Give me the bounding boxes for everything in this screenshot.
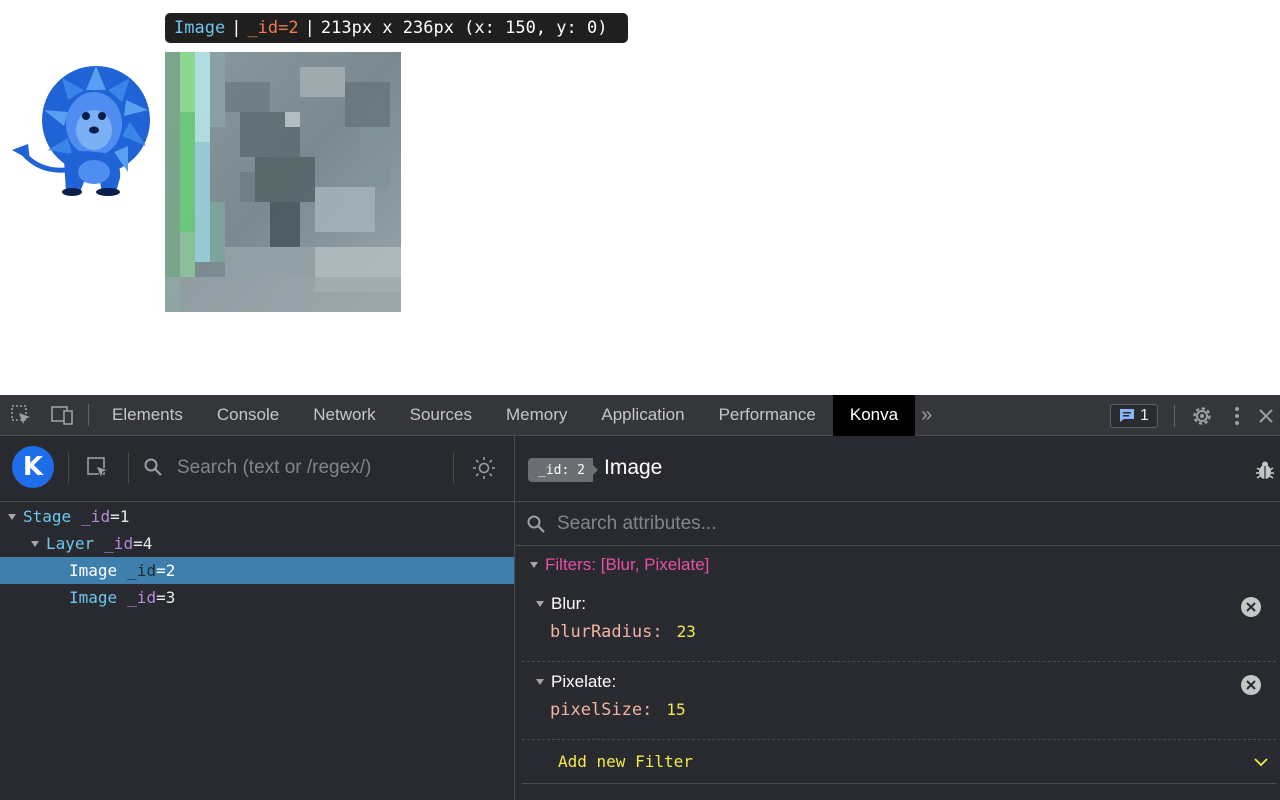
- tree-node-image-2[interactable]: Image _id=2: [0, 557, 514, 584]
- tab-elements[interactable]: Elements: [95, 395, 200, 436]
- node-id-value: =3: [156, 588, 175, 607]
- issues-count: 1: [1140, 407, 1149, 425]
- remove-filter-icon[interactable]: [1240, 596, 1262, 623]
- settings-gear-icon[interactable]: [1181, 395, 1222, 436]
- filter-pixelate-toggle[interactable]: Pixelate:: [536, 672, 616, 692]
- tab-performance[interactable]: Performance: [702, 395, 833, 436]
- node-id-value: =1: [110, 507, 129, 526]
- tooltip-dimensions: 213px x 236px (x: 150, y: 0): [321, 18, 608, 38]
- tab-memory[interactable]: Memory: [489, 395, 584, 436]
- message-icon: [1119, 408, 1135, 423]
- filter-blur: Blur: blurRadius: 23: [522, 584, 1276, 662]
- tooltip-type: Image: [174, 18, 225, 38]
- device-toolbar-icon[interactable]: [41, 395, 82, 436]
- filter-blur-toggle[interactable]: Blur:: [536, 594, 586, 614]
- node-id-chip: _id: 2: [528, 458, 593, 482]
- tab-sources[interactable]: Sources: [393, 395, 489, 436]
- attribute-search-input[interactable]: [557, 508, 1057, 540]
- property-value[interactable]: 23: [677, 622, 696, 641]
- expand-caret-icon[interactable]: [8, 514, 16, 520]
- node-id-label: _id: [81, 507, 110, 526]
- node-id-value: =2: [156, 561, 175, 580]
- filters-section-toggle[interactable]: Filters: [Blur, Pixelate]: [516, 546, 1280, 584]
- selected-node-header: _id: 2 Image: [516, 436, 1280, 502]
- konva-logo-letter: K: [23, 452, 43, 482]
- node-tooltip: Image | _id=2 | 213px x 236px (x: 150, y…: [165, 13, 628, 43]
- filter-property: blurRadius: 23: [550, 622, 696, 642]
- more-tabs-icon[interactable]: »: [915, 395, 938, 436]
- chevron-down-icon[interactable]: [1254, 754, 1268, 772]
- devtools-panel: Elements Console Network Sources Memory …: [0, 395, 1280, 800]
- tab-console[interactable]: Console: [200, 395, 296, 436]
- search-icon: [143, 457, 163, 482]
- collapse-caret-icon[interactable]: [536, 679, 544, 685]
- tree-toolbar: K: [0, 436, 514, 502]
- filter-property: pixelSize: 15: [550, 700, 686, 720]
- filtered-image[interactable]: [165, 52, 401, 312]
- konva-canvas[interactable]: Image | _id=2 | 213px x 236px (x: 150, y…: [0, 0, 1280, 395]
- node-id-chip-arrow: [586, 458, 598, 482]
- tooltip-separator: |: [225, 18, 247, 38]
- toolbar-divider: [453, 453, 454, 483]
- tab-network[interactable]: Network: [296, 395, 392, 436]
- issues-badge[interactable]: 1: [1110, 404, 1158, 428]
- add-filter-row[interactable]: Add new Filter: [522, 740, 1276, 784]
- filters-label: Filters: [Blur, Pixelate]: [545, 555, 709, 575]
- tree-node-layer[interactable]: Layer _id=4: [0, 530, 514, 557]
- theme-toggle-icon[interactable]: [472, 456, 496, 485]
- devtools-right-controls: 1: [1110, 395, 1280, 436]
- attribute-search-row: [516, 502, 1280, 546]
- selected-node-title: Image: [604, 456, 662, 480]
- select-shape-icon[interactable]: [86, 456, 110, 485]
- kebab-menu-icon[interactable]: [1222, 395, 1252, 436]
- node-id-label: _id: [104, 534, 133, 553]
- bug-icon[interactable]: [1256, 460, 1274, 485]
- inspect-element-icon[interactable]: [0, 395, 41, 436]
- toolbar-divider: [1174, 405, 1175, 427]
- property-key: pixelSize:: [550, 700, 652, 720]
- expand-caret-icon[interactable]: [31, 541, 39, 547]
- filter-name: Pixelate:: [551, 672, 616, 692]
- toolbar-divider: [68, 453, 69, 483]
- konva-attributes-panel: _id: 2 Image: [516, 436, 1280, 800]
- node-id-label: _id: [127, 588, 156, 607]
- node-id-label: _id: [127, 561, 156, 580]
- search-icon: [526, 514, 546, 539]
- filter-pixelate: Pixelate: pixelSize: 15: [522, 662, 1276, 740]
- node-tree: Stage _id=1 Layer _id=4 Image _id=2 Imag…: [0, 503, 514, 611]
- node-type: Image: [69, 561, 117, 580]
- property-value[interactable]: 15: [666, 700, 685, 719]
- remove-filter-icon[interactable]: [1240, 674, 1262, 701]
- node-type: Stage: [23, 507, 71, 526]
- tree-node-stage[interactable]: Stage _id=1: [0, 503, 514, 530]
- tooltip-id: _id=2: [247, 18, 298, 38]
- node-type: Image: [69, 588, 117, 607]
- node-id-value: =4: [133, 534, 152, 553]
- devtools-tabbar: Elements Console Network Sources Memory …: [0, 395, 1280, 436]
- tree-search-input[interactable]: [177, 452, 437, 484]
- tab-application[interactable]: Application: [584, 395, 701, 436]
- add-filter-label: Add new Filter: [558, 752, 693, 771]
- toolbar-divider: [88, 404, 89, 426]
- close-devtools-icon[interactable]: [1252, 395, 1280, 436]
- konva-logo: K: [12, 446, 54, 488]
- konva-tree-panel: K: [0, 436, 515, 800]
- filter-name: Blur:: [551, 594, 586, 614]
- collapse-caret-icon[interactable]: [536, 601, 544, 607]
- property-key: blurRadius:: [550, 622, 663, 642]
- collapse-caret-icon[interactable]: [530, 562, 538, 568]
- tab-konva[interactable]: Konva: [833, 395, 915, 436]
- toolbar-divider: [128, 453, 129, 483]
- node-type: Layer: [46, 534, 94, 553]
- tooltip-separator: |: [299, 18, 321, 38]
- lion-image[interactable]: [10, 60, 150, 198]
- tree-node-image-3[interactable]: Image _id=3: [0, 584, 514, 611]
